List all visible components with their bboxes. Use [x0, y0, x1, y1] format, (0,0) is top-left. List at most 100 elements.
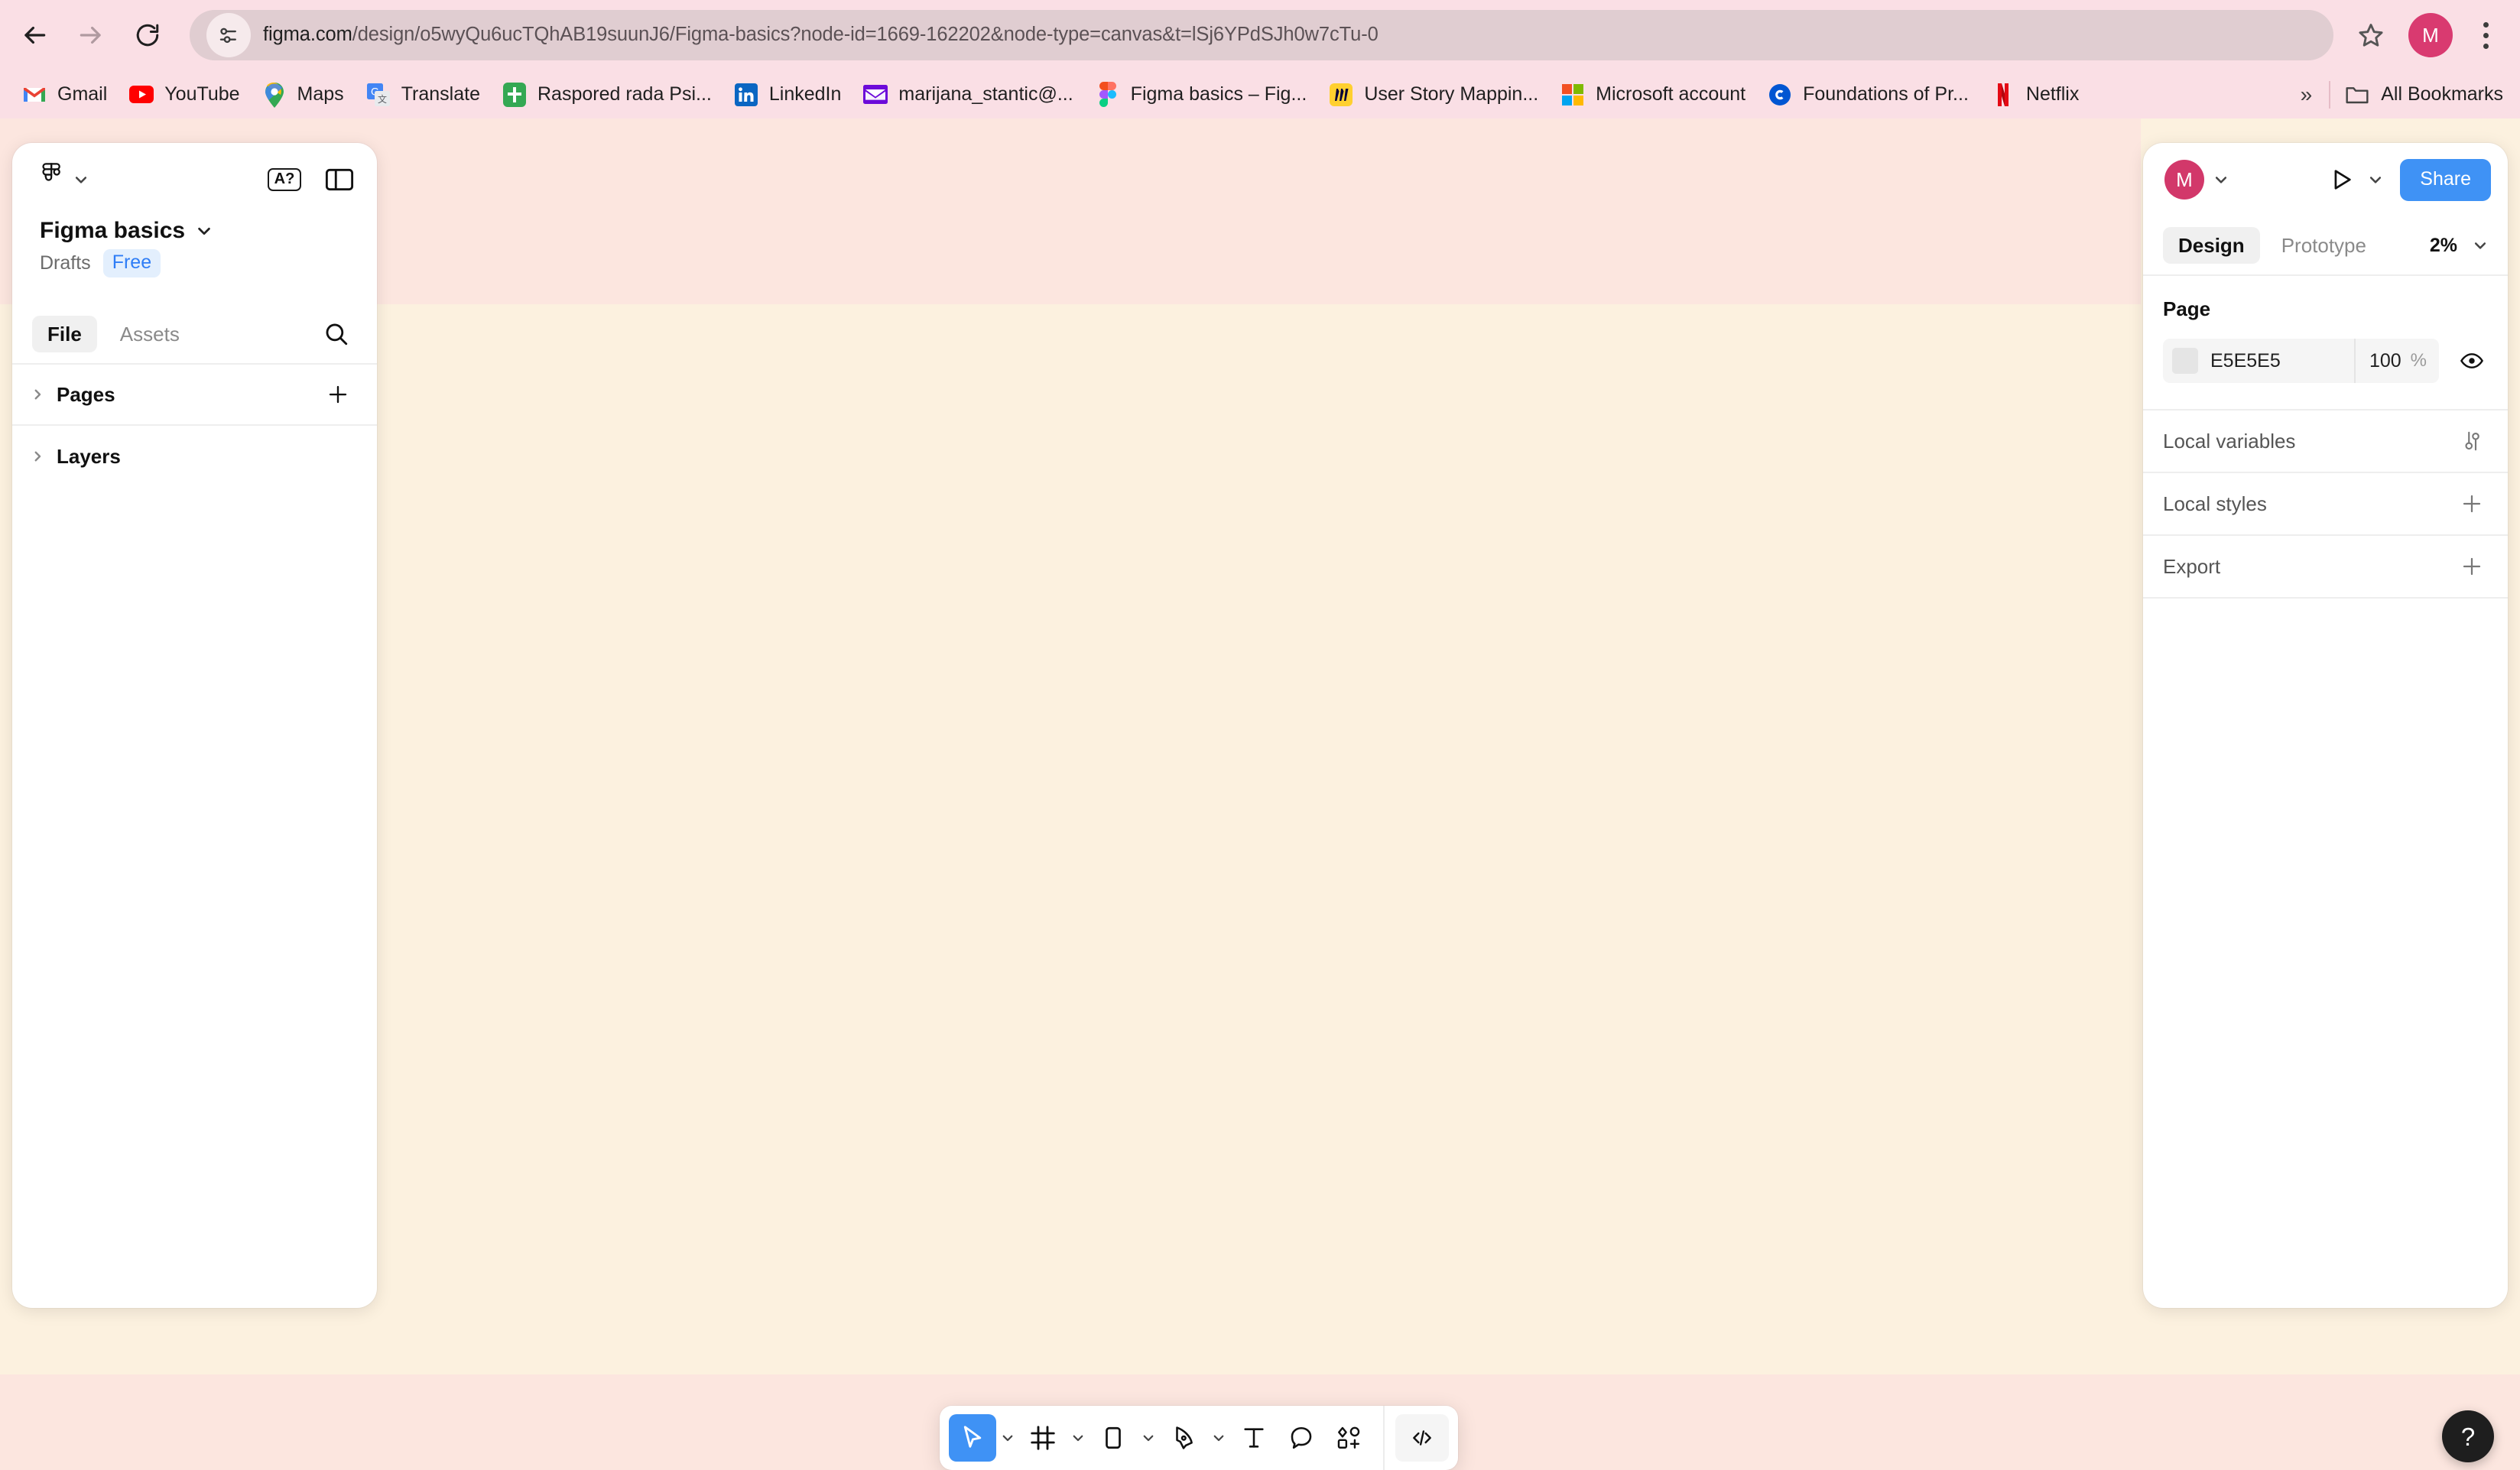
row-local-styles[interactable]: Local styles: [2143, 473, 2508, 536]
bookmark-translate[interactable]: G 文 Translate: [355, 76, 491, 113]
arrow-right-icon: [80, 26, 101, 44]
pen-tool-options-button[interactable]: [1207, 1414, 1230, 1462]
reload-icon: [136, 24, 159, 47]
bookmark-raspored-rada[interactable]: Raspored rada Psi...: [491, 76, 723, 113]
page-color-field[interactable]: E5E5E5 100 %: [2163, 339, 2439, 383]
bookmark-email[interactable]: marijana_stantic@...: [852, 76, 1083, 113]
tab-prototype[interactable]: Prototype: [2266, 227, 2382, 264]
tab-design[interactable]: Design: [2163, 227, 2260, 264]
coursera-icon: [1767, 82, 1793, 108]
rectangle-icon: [1106, 1426, 1121, 1449]
bookmark-maps[interactable]: Maps: [251, 76, 355, 113]
browser-chrome: figma.com/design/o5wyQu6ucTQhAB19suunJ6/…: [0, 0, 2520, 118]
add-page-button[interactable]: [319, 375, 357, 414]
shape-tool-button[interactable]: [1090, 1414, 1137, 1462]
tune-icon: [219, 28, 236, 44]
move-tool-options-button[interactable]: [996, 1414, 1019, 1462]
accessibility-annotation-button[interactable]: A?: [267, 162, 302, 197]
avatar[interactable]: M: [2164, 160, 2204, 200]
plan-badge[interactable]: Free: [102, 249, 161, 277]
bookmark-youtube[interactable]: YouTube: [118, 76, 250, 113]
shape-tool-options-button[interactable]: [1137, 1414, 1160, 1462]
page-background-row: E5E5E5 100 %: [2163, 319, 2491, 409]
chevron-down-icon[interactable]: [196, 222, 213, 239]
cursor-icon: [963, 1426, 982, 1448]
bookmark-label: Microsoft account: [1596, 85, 1746, 104]
help-button[interactable]: ?: [2442, 1410, 2494, 1462]
tab-assets[interactable]: Assets: [105, 316, 195, 352]
zoom-control[interactable]: 2%: [2429, 234, 2491, 256]
chevron-down-icon[interactable]: [2473, 238, 2488, 253]
arrow-left-icon: [24, 26, 46, 44]
row-local-variables[interactable]: Local variables: [2143, 410, 2508, 473]
share-button[interactable]: Share: [2400, 158, 2491, 201]
search-icon: [326, 323, 348, 346]
bookmarks-bar: Gmail YouTube Maps G 文 Translate Raspore…: [0, 70, 2520, 118]
star-icon: [2359, 24, 2383, 47]
bookmark-linkedin[interactable]: LinkedIn: [723, 76, 852, 113]
chrome-menu-button[interactable]: [2463, 7, 2508, 63]
plus-icon: [2463, 495, 2481, 513]
sidebar-section-layers[interactable]: Layers: [12, 426, 377, 487]
tab-file[interactable]: File: [32, 316, 97, 352]
bookmark-figma-basics[interactable]: Figma basics – Fig...: [1084, 76, 1318, 113]
toggle-panels-button[interactable]: [322, 162, 357, 197]
text-tool-button[interactable]: [1230, 1414, 1278, 1462]
chevron-right-icon[interactable]: [29, 388, 46, 401]
all-bookmarks-button[interactable]: All Bookmarks: [2333, 76, 2520, 113]
folder-icon: [2344, 82, 2370, 108]
sidebar-section-pages[interactable]: Pages: [12, 365, 377, 426]
chevron-down-icon: [1213, 1435, 1224, 1442]
site-info-button[interactable]: [206, 13, 251, 57]
row-export[interactable]: Export: [2143, 536, 2508, 599]
row-label: Local styles: [2163, 492, 2267, 515]
page-title: Figma basics: [40, 218, 186, 243]
bookmark-netflix[interactable]: Netflix: [1979, 76, 2090, 113]
toolbar-divider: [1383, 1406, 1385, 1470]
bookmark-label: Raspored rada Psi...: [537, 85, 712, 104]
open-local-variables-button[interactable]: [2453, 422, 2491, 460]
search-button[interactable]: [316, 313, 357, 355]
add-local-style-button[interactable]: [2453, 485, 2491, 523]
pen-tool-button[interactable]: [1160, 1414, 1207, 1462]
color-swatch[interactable]: [2172, 348, 2198, 374]
frame-tool-options-button[interactable]: [1067, 1414, 1090, 1462]
dev-mode-button[interactable]: [1395, 1414, 1449, 1462]
address-bar[interactable]: figma.com/design/o5wyQu6ucTQhAB19suunJ6/…: [190, 10, 2333, 60]
file-location-label[interactable]: Drafts: [40, 254, 91, 273]
bookmark-foundations[interactable]: Foundations of Pr...: [1756, 76, 1979, 113]
left-sidebar-tabs: File Assets: [12, 305, 377, 365]
section-label: Pages: [57, 383, 115, 406]
bookmark-microsoft-account[interactable]: Microsoft account: [1549, 76, 1756, 113]
actions-tool-button[interactable]: [1325, 1414, 1372, 1462]
chevron-down-icon[interactable]: [2213, 172, 2229, 187]
bookmark-user-story-mapping[interactable]: User Story Mappin...: [1317, 76, 1549, 113]
left-sidebar-toolbar: A?: [12, 143, 377, 216]
file-meta-row: Drafts Free: [12, 243, 377, 277]
frame-tool-button[interactable]: [1019, 1414, 1067, 1462]
opacity-field[interactable]: 100 %: [2353, 339, 2439, 383]
reload-button[interactable]: [119, 7, 176, 63]
file-title-row[interactable]: Figma basics: [12, 216, 377, 243]
bookmark-gmail[interactable]: Gmail: [11, 76, 118, 113]
add-export-button[interactable]: [2453, 547, 2491, 586]
youtube-icon: [128, 82, 154, 108]
bookmark-star-button[interactable]: [2343, 7, 2399, 63]
chevron-down-icon: [1143, 1435, 1154, 1442]
play-icon: [2334, 170, 2351, 190]
figma-main-menu-button[interactable]: [40, 163, 89, 196]
chevron-right-icon[interactable]: [29, 449, 46, 463]
zoom-level: 2%: [2429, 234, 2457, 256]
visibility-toggle-button[interactable]: [2453, 342, 2491, 380]
back-button[interactable]: [6, 7, 63, 63]
move-tool-button[interactable]: [949, 1414, 996, 1462]
comment-tool-button[interactable]: [1278, 1414, 1325, 1462]
chevron-down-icon: [1073, 1435, 1083, 1442]
bookmarks-overflow-button[interactable]: »: [2287, 76, 2327, 113]
bookmark-label: Gmail: [57, 85, 108, 104]
figma-app: A? Figma basics Drafts Free File Assets: [0, 118, 2520, 1470]
browser-profile-avatar[interactable]: M: [2408, 13, 2453, 57]
present-button[interactable]: [2324, 162, 2359, 197]
chevron-down-icon[interactable]: [2368, 172, 2383, 187]
forward-button[interactable]: [63, 7, 119, 63]
